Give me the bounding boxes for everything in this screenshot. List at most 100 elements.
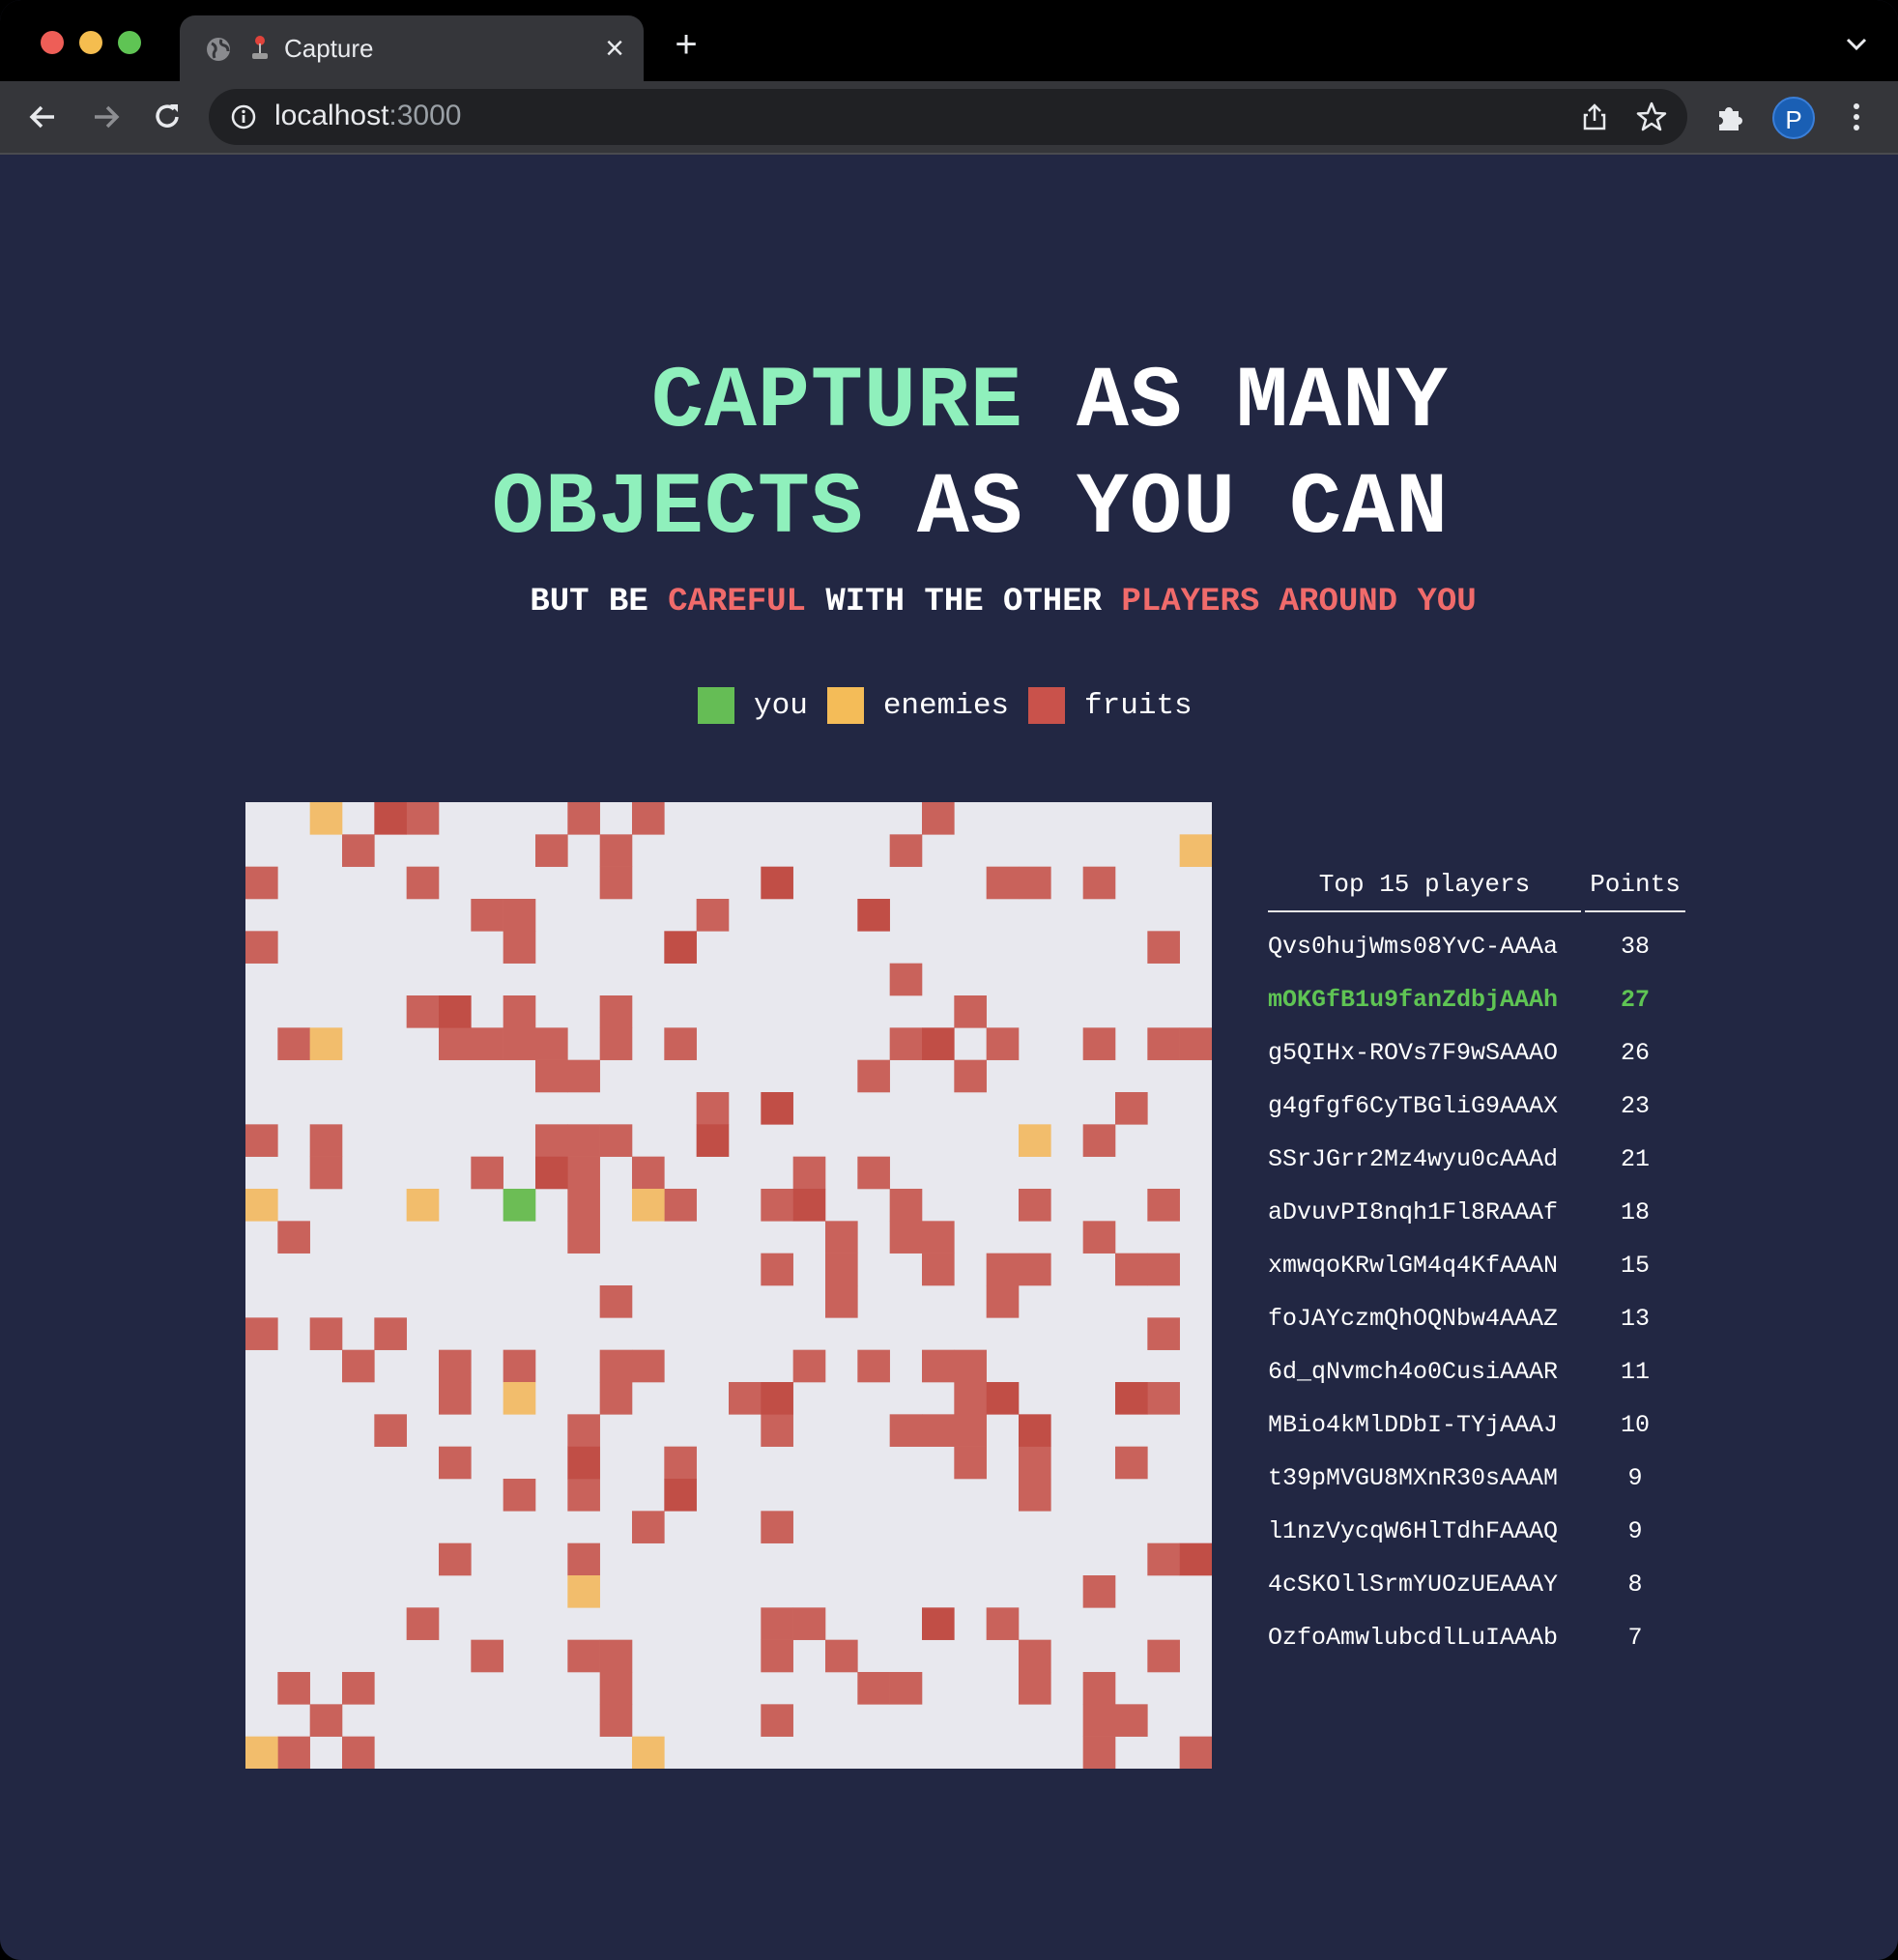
fruit-cell	[1115, 1704, 1148, 1737]
fruit-cell	[696, 1124, 730, 1157]
page-content: CAPTURE AS MANY OBJECTS AS YOU CAN BUT B…	[0, 155, 1898, 1960]
fruit-cell	[664, 1027, 697, 1060]
leaderboard-body: Qvs0hujWms08YvC-AAAa 38 mOKGfB1u9fanZdbjAA…	[1268, 912, 1685, 1664]
fruit-cell	[922, 1027, 955, 1060]
enemy-cell	[406, 1189, 440, 1222]
fruit-cell	[825, 1639, 858, 1673]
fruit-cell	[535, 834, 568, 867]
fruit-cell	[632, 1349, 665, 1383]
game-board-canvas[interactable]	[245, 802, 1212, 1769]
page-subtitle: BUT BE CAREFUL WITH THE OTHER PLAYERS AR…	[530, 584, 1477, 620]
legend: you enemies fruits	[698, 686, 1212, 725]
bookmark-star-icon[interactable]	[1635, 101, 1668, 133]
fruit-cell	[599, 1639, 633, 1673]
leaderboard-row: Qvs0hujWms08YvC-AAAa 38	[1268, 912, 1685, 973]
new-tab-button[interactable]: +	[667, 25, 705, 64]
close-window-button[interactable]	[41, 31, 64, 54]
fruit-cell	[1115, 1446, 1148, 1480]
fruit-cell	[696, 1092, 730, 1125]
game-board[interactable]	[245, 802, 1212, 1769]
leaderboard-row: mOKGfB1u9fanZdbjAAAh 27	[1268, 973, 1685, 1026]
fruit-cell	[599, 1349, 633, 1383]
fruit-cell	[406, 802, 440, 835]
player-name: g5QIHx-ROVs7F9wSAAAO	[1268, 1039, 1559, 1067]
fruit-cell	[1147, 1382, 1180, 1415]
fruit-cell	[1147, 1317, 1180, 1350]
fruit-cell	[471, 1027, 503, 1060]
address-bar[interactable]: localhost:3000	[209, 89, 1687, 145]
fruit-cell	[567, 1446, 600, 1480]
headline-line-1: CAPTURE AS MANY	[650, 354, 1449, 452]
url-text: localhost:3000	[274, 100, 462, 131]
fruit-cell	[277, 1736, 310, 1769]
fruit-cell	[954, 1349, 987, 1383]
fruit-cell	[1019, 1479, 1051, 1512]
fruit-cell	[245, 866, 278, 900]
fruit-cell	[567, 1221, 600, 1254]
tab-title: Capture	[284, 34, 374, 63]
fruit-cell	[954, 1059, 987, 1093]
fruit-cell	[1019, 1414, 1051, 1447]
fruit-cell	[761, 1607, 793, 1640]
enemy-cell	[1019, 1124, 1051, 1157]
fruit-cell	[342, 1349, 375, 1383]
fruit-cell	[986, 1027, 1020, 1060]
player-points: 11	[1620, 1358, 1650, 1386]
forward-arrow-icon[interactable]	[87, 99, 124, 135]
enemy-cell	[632, 1736, 665, 1769]
fruit-cell	[761, 1511, 793, 1543]
player-name: 6d_qNvmch4o0CusiAAAR	[1268, 1358, 1559, 1386]
fruit-cell	[599, 1285, 633, 1318]
player-cell	[503, 1189, 536, 1222]
fruit-cell	[1019, 1189, 1051, 1222]
fruit-cell	[986, 866, 1020, 900]
more-options-icon[interactable]	[1838, 99, 1875, 135]
share-icon[interactable]	[1579, 101, 1610, 132]
fruit-cell	[1179, 1736, 1212, 1769]
browser-window: Capture × + localhost:3000 P CAPTURE AS …	[0, 0, 1898, 1960]
fruit-cell	[309, 1156, 343, 1190]
fruit-cell	[1082, 1704, 1116, 1737]
fruit-cell	[664, 1479, 697, 1512]
fruit-cell	[439, 1446, 472, 1480]
extensions-puzzle-icon[interactable]	[1712, 99, 1749, 135]
fruit-cell	[857, 1349, 890, 1383]
fruit-cell	[761, 1092, 793, 1125]
player-points: 13	[1620, 1305, 1650, 1333]
leaderboard-row: g5QIHx-ROVs7F9wSAAAO 26	[1268, 1026, 1685, 1080]
maximize-window-button[interactable]	[118, 31, 141, 54]
leaderboard-row: aDvuvPI8nqh1Fl8RAAAf 18	[1268, 1186, 1685, 1239]
legend-you-label: you	[754, 688, 808, 723]
fruit-cell	[503, 1349, 536, 1383]
fruit-cell	[954, 1414, 987, 1447]
fruit-cell	[1179, 1027, 1212, 1060]
fruit-cell	[567, 1542, 600, 1576]
board-background	[245, 802, 1212, 1769]
close-tab-icon[interactable]: ×	[599, 32, 630, 65]
reload-icon[interactable]	[149, 99, 186, 135]
minimize-window-button[interactable]	[79, 31, 102, 54]
fruit-cell	[503, 1027, 536, 1060]
leaderboard-row: xmwqoKRwlGM4q4KfAAAN 15	[1268, 1239, 1685, 1292]
fruit-cell	[342, 1672, 375, 1705]
fruit-cell	[922, 1253, 955, 1286]
tab-capture[interactable]: Capture ×	[180, 15, 644, 81]
fruit-cell	[857, 899, 890, 932]
enemy-cell	[1179, 834, 1212, 867]
fruit-cell	[922, 1414, 955, 1447]
tab-search-chevron-icon[interactable]	[1844, 35, 1869, 54]
fruit-cell	[954, 1382, 987, 1415]
profile-avatar[interactable]: P	[1772, 97, 1815, 139]
fruit-cell	[535, 1124, 568, 1157]
leaderboard-row: foJAYczmQhOQNbw4AAAZ 13	[1268, 1292, 1685, 1345]
fruit-cell	[1082, 1027, 1116, 1060]
fruit-cell	[567, 1189, 600, 1222]
fruit-cell	[1115, 1382, 1148, 1415]
fruit-cell	[1082, 1736, 1116, 1769]
fruit-cell	[664, 1189, 697, 1222]
site-info-icon[interactable]	[230, 103, 257, 130]
points-column-header: Points	[1585, 858, 1685, 912]
fruit-cell	[922, 802, 955, 835]
back-arrow-icon[interactable]	[25, 99, 62, 135]
player-name: t39pMVGU8MXnR30sAAAM	[1268, 1464, 1559, 1492]
